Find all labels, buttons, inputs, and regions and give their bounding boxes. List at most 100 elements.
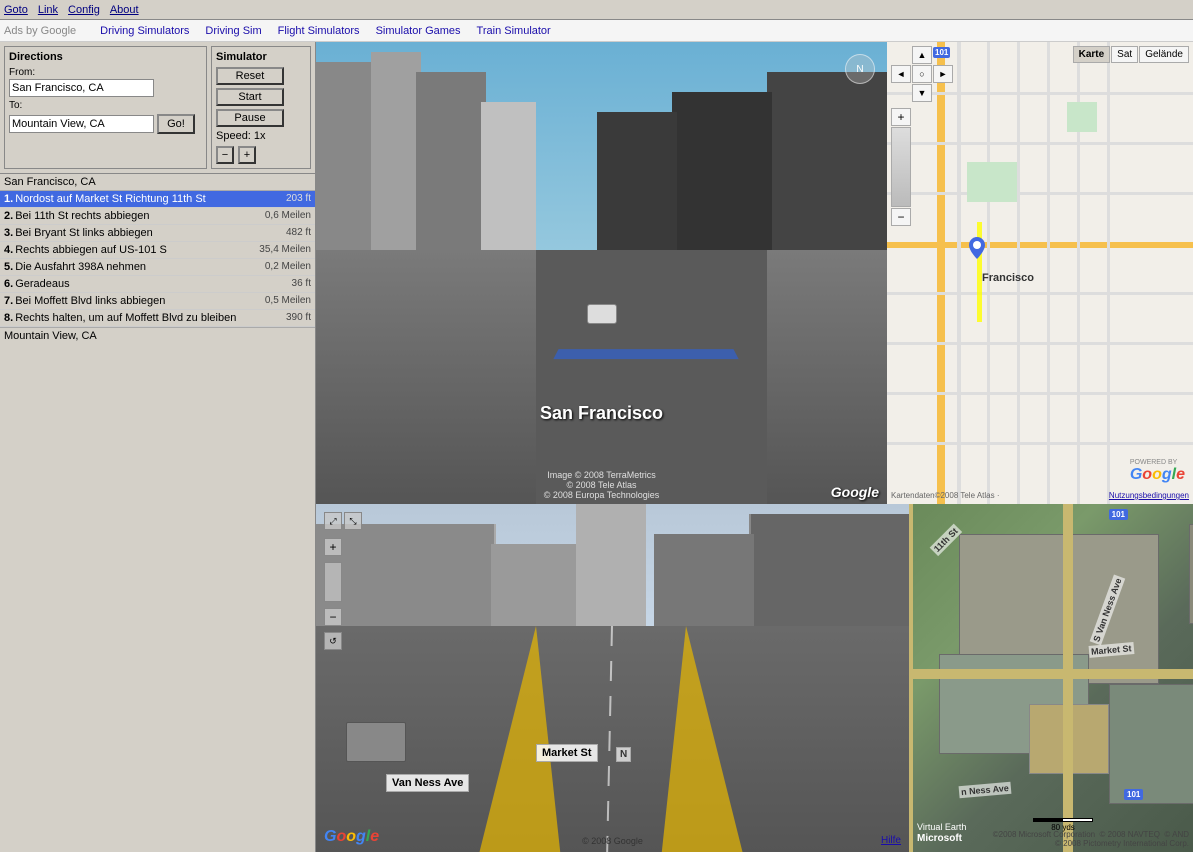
dir-item-1[interactable]: 1.Nordost auf Market St Richtung 11th St… — [0, 191, 315, 208]
dir-item-text-6: 6.Geradeaus — [4, 278, 292, 290]
dir-item-text-4: 4.Rechts abbiegen auf US-101 S — [4, 244, 259, 256]
from-input[interactable] — [9, 79, 154, 97]
street-vert-4 — [1047, 42, 1050, 504]
zoom-slider-track[interactable] — [891, 127, 911, 207]
to-label: To: — [9, 100, 202, 111]
speed-minus-button[interactable]: − — [216, 146, 234, 164]
aerial-view: Market St 11th St S Van Ness Ave n Ness … — [909, 504, 1193, 852]
route-end-footer: Mountain View, CA — [0, 327, 315, 344]
aerial-market-st-road — [909, 669, 1193, 679]
sv-resize-btn[interactable]: ⤢ — [324, 512, 342, 530]
dir-item-3[interactable]: 3.Bei Bryant St links abbiegen482 ft — [0, 225, 315, 242]
street-vert-6 — [1107, 42, 1110, 504]
nav-row: ▲ — [891, 46, 953, 64]
route-highlight — [553, 349, 738, 359]
dir-item-text-7: 7.Bei Moffett Blvd links abbiegen — [4, 295, 265, 307]
sv-fullscreen-btn[interactable]: ⤡ — [344, 512, 362, 530]
ads-link-1[interactable]: Driving Simulators — [100, 25, 189, 37]
vehicle-icon — [587, 304, 617, 324]
speed-plus-button[interactable]: + — [238, 146, 256, 164]
ads-bar: Ads by Google Driving Simulators Driving… — [0, 20, 1193, 42]
map-type-gelande[interactable]: Gelände — [1139, 46, 1189, 63]
city-label-3d: San Francisco — [540, 403, 663, 424]
reset-button[interactable]: Reset — [216, 67, 284, 85]
google-watermark-3d: Google — [831, 484, 879, 500]
dir-item-5[interactable]: 5.Die Ausfahrt 398A nehmen0,2 Meilen — [0, 259, 315, 276]
map-nav-controls: ▲ ◄ ○ ► ▼ + − — [891, 46, 953, 226]
sv-resize-row: ⤢ ⤡ — [324, 512, 362, 530]
dir-item-7[interactable]: 7.Bei Moffett Blvd links abbiegen0,5 Mei… — [0, 293, 315, 310]
sv-zoom-track — [324, 562, 342, 602]
map-zoom-in[interactable]: + — [891, 108, 911, 126]
go-button[interactable]: Go! — [157, 114, 195, 134]
park-1 — [967, 162, 1017, 202]
sv-zoom-in-btn[interactable]: + — [324, 538, 342, 556]
dir-item-dist-2: 0,6 Meilen — [265, 210, 311, 222]
menu-bar: Goto Link Config About — [0, 0, 1193, 20]
map-zoom-out[interactable]: − — [891, 208, 911, 226]
street-horiz-7 — [887, 442, 1193, 445]
city-name-on-map: Francisco — [982, 272, 1034, 284]
sv-vehicle — [346, 722, 406, 762]
street-horiz-4 — [887, 292, 1193, 295]
street-view: Van Ness Ave Market St N ⤢ ⤡ + − — [316, 504, 909, 852]
speed-row: Speed: 1x — [216, 130, 306, 142]
map-pin — [969, 237, 985, 262]
ads-link-2[interactable]: Driving Sim — [205, 25, 261, 37]
dir-item-dist-7: 0,5 Meilen — [265, 295, 311, 307]
microsoft-label: Microsoft — [917, 833, 962, 844]
main-content: Directions From: To: Go! Simulator Reset… — [0, 42, 1193, 852]
dir-item-dist-8: 390 ft — [286, 312, 311, 324]
road-surface — [536, 250, 767, 504]
google-map[interactable]: 101 Francisco ▲ — [887, 42, 1193, 504]
scale-line — [1033, 818, 1093, 822]
dir-item-2[interactable]: 2.Bei 11th St rechts abbiegen0,6 Meilen — [0, 208, 315, 225]
simulator-box: Simulator Reset Start Pause Speed: 1x − … — [211, 46, 311, 169]
route-start-header: San Francisco, CA — [0, 174, 315, 191]
start-button[interactable]: Start — [216, 88, 284, 106]
dir-item-6[interactable]: 6.Geradeaus36 ft — [0, 276, 315, 293]
dir-item-text-5: 5.Die Ausfahrt 398A nehmen — [4, 261, 265, 273]
map-nutzungsbedingungen[interactable]: Nutzungsbedingungen — [1109, 491, 1189, 500]
aerial-shield-101-top: 101 — [1109, 509, 1128, 520]
dir-item-4[interactable]: 4.Rechts abbiegen auf US-101 S35,4 Meile… — [0, 242, 315, 259]
virtual-earth-label: Virtual Earth — [917, 822, 966, 832]
map-nav-down[interactable]: ▼ — [912, 84, 932, 102]
map-nav-right[interactable]: ► — [933, 65, 953, 83]
map-footer-text: Kartendaten©2008 Tele Atlas · — [891, 491, 1000, 500]
sv-zoom-out-btn[interactable]: − — [324, 608, 342, 626]
map-type-sat[interactable]: Sat — [1111, 46, 1138, 63]
speed-label: Speed: — [216, 130, 251, 142]
sv-zoom-reset-btn[interactable]: ↺ — [324, 632, 342, 650]
menu-config[interactable]: Config — [68, 4, 100, 16]
powered-by-label: POWERED BY — [1130, 459, 1185, 466]
ads-link-3[interactable]: Flight Simulators — [278, 25, 360, 37]
powered-by-google: POWERED BY Google — [1130, 459, 1185, 484]
speed-value: 1x — [254, 130, 266, 142]
street-vert-1 — [957, 42, 961, 504]
menu-about[interactable]: About — [110, 4, 139, 16]
menu-goto[interactable]: Goto — [4, 4, 28, 16]
ads-link-5[interactable]: Train Simulator — [477, 25, 551, 37]
map-nav-up[interactable]: ▲ — [912, 46, 932, 64]
van-ness-label: Van Ness Ave — [386, 774, 469, 792]
sv-controls: ⤢ ⤡ + − ↺ — [324, 512, 362, 650]
park-2 — [1067, 102, 1097, 132]
dir-item-text-2: 2.Bei 11th St rechts abbiegen — [4, 210, 265, 222]
sv-google-logo: Google — [324, 828, 379, 846]
controls-row: Directions From: To: Go! Simulator Reset… — [0, 42, 315, 174]
map-nav-left[interactable]: ◄ — [891, 65, 911, 83]
sv-copyright: © 2008 Google — [582, 836, 643, 846]
left-panel: Directions From: To: Go! Simulator Reset… — [0, 42, 316, 852]
map-type-karte[interactable]: Karte — [1073, 46, 1111, 63]
to-input[interactable] — [9, 115, 154, 133]
sv-hilfe-link[interactable]: Hilfe — [881, 835, 901, 846]
menu-link[interactable]: Link — [38, 4, 58, 16]
directions-title: Directions — [9, 51, 202, 63]
pause-button[interactable]: Pause — [216, 109, 284, 127]
aerial-road-vert-2 — [909, 504, 913, 852]
ads-by-google-label: Ads by Google — [4, 25, 76, 37]
dir-item-8[interactable]: 8.Rechts halten, um auf Moffett Blvd zu … — [0, 310, 315, 327]
aerial-shield-101-bottom: 101 — [1124, 789, 1143, 800]
ads-link-4[interactable]: Simulator Games — [376, 25, 461, 37]
